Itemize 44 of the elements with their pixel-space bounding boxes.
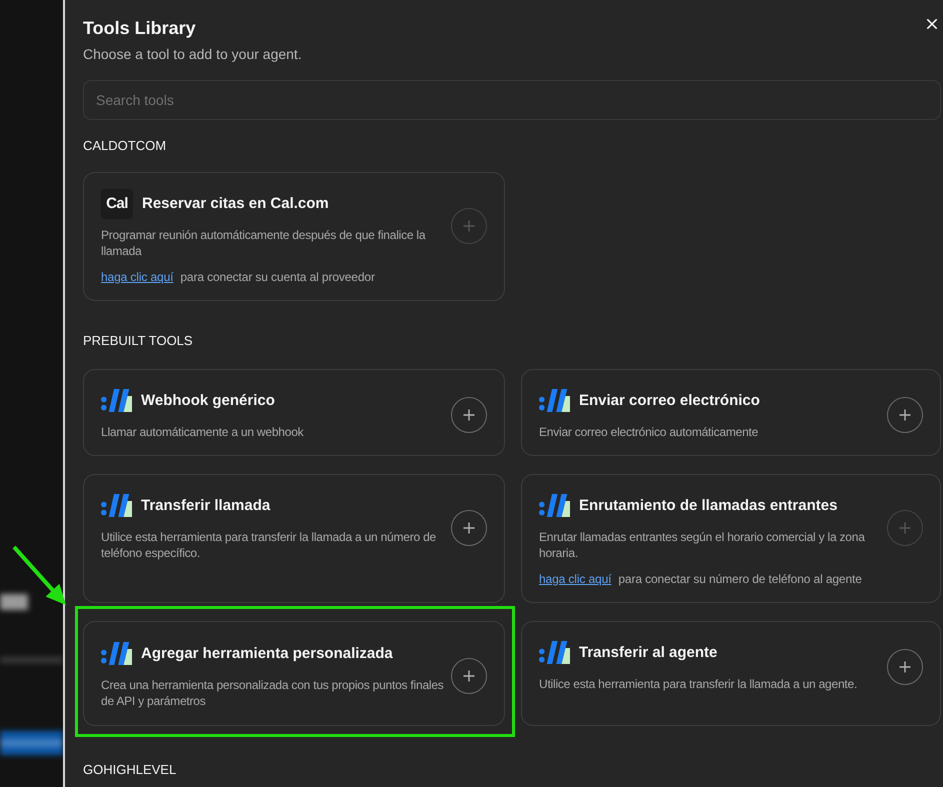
logo-icon bbox=[539, 641, 570, 664]
logo-icon bbox=[539, 494, 570, 517]
tool-description: Utilice esta herramienta para transferir la llamada a un agente. bbox=[539, 676, 858, 692]
connect-link[interactable]: haga clic aquí bbox=[101, 269, 174, 285]
plus-icon bbox=[899, 522, 911, 534]
add-button[interactable] bbox=[887, 648, 923, 684]
logo-icon bbox=[539, 389, 570, 412]
logo-icon bbox=[101, 642, 132, 665]
plus-icon bbox=[463, 220, 475, 232]
tool-description: Programar reunión automáticamente después de que finalice la llamada bbox=[101, 227, 426, 259]
tool-description: Llamar automáticamente a un webhook bbox=[101, 424, 304, 440]
close-icon bbox=[927, 19, 937, 29]
plus-icon bbox=[463, 408, 475, 420]
plus-icon bbox=[463, 670, 475, 682]
logo-tile: Cal bbox=[101, 188, 133, 218]
add-button[interactable] bbox=[451, 510, 487, 546]
tool-title: Enviar correo electrónico bbox=[579, 390, 760, 410]
add-button[interactable] bbox=[451, 396, 487, 432]
connect-link[interactable]: haga clic aquí bbox=[539, 571, 612, 587]
section-heading: GOHIGHLEVEL bbox=[83, 761, 178, 779]
plus-icon bbox=[463, 522, 475, 534]
panel-subtitle: Choose a tool to add to your agent. bbox=[83, 45, 302, 64]
plus-icon bbox=[899, 660, 911, 672]
tool-description: Enrutar llamadas entrantes según el horario comercial y la zona horaria. bbox=[539, 529, 866, 561]
link-note: para conectar su número de teléfono al agente bbox=[618, 571, 862, 587]
tool-title: Transferir al agente bbox=[579, 642, 718, 662]
tool-title: Enrutamiento de llamadas entrantes bbox=[579, 496, 838, 516]
tool-title: Transferir llamada bbox=[141, 496, 270, 516]
section-heading: PREBUILT TOOLS bbox=[83, 332, 194, 350]
tool-title: Agregar herramienta personalizada bbox=[141, 644, 393, 664]
section-heading: CALDOTCOM bbox=[83, 137, 168, 155]
tool-title: Reservar citas en Cal.com bbox=[142, 194, 329, 214]
tool-description: Crea una herramienta personalizada con tus propios puntos finales de API y parámetros bbox=[101, 677, 445, 709]
panel-title: Tools Library bbox=[83, 17, 197, 40]
tool-description: Enviar correo electrónico automáticamente bbox=[539, 424, 760, 440]
logo-icon bbox=[101, 494, 132, 517]
add-button[interactable] bbox=[887, 396, 923, 432]
search-field[interactable]: Search tools bbox=[83, 80, 941, 120]
plus-icon bbox=[899, 408, 911, 420]
link-note: para conectar su cuenta al proveedor bbox=[180, 269, 375, 285]
add-button[interactable] bbox=[451, 658, 487, 694]
logo-icon bbox=[101, 389, 132, 412]
tool-description: Utilice esta herramienta para transferir la llamada a un número de teléfono específico. bbox=[101, 529, 437, 561]
tool-title: Webhook genérico bbox=[141, 390, 275, 410]
